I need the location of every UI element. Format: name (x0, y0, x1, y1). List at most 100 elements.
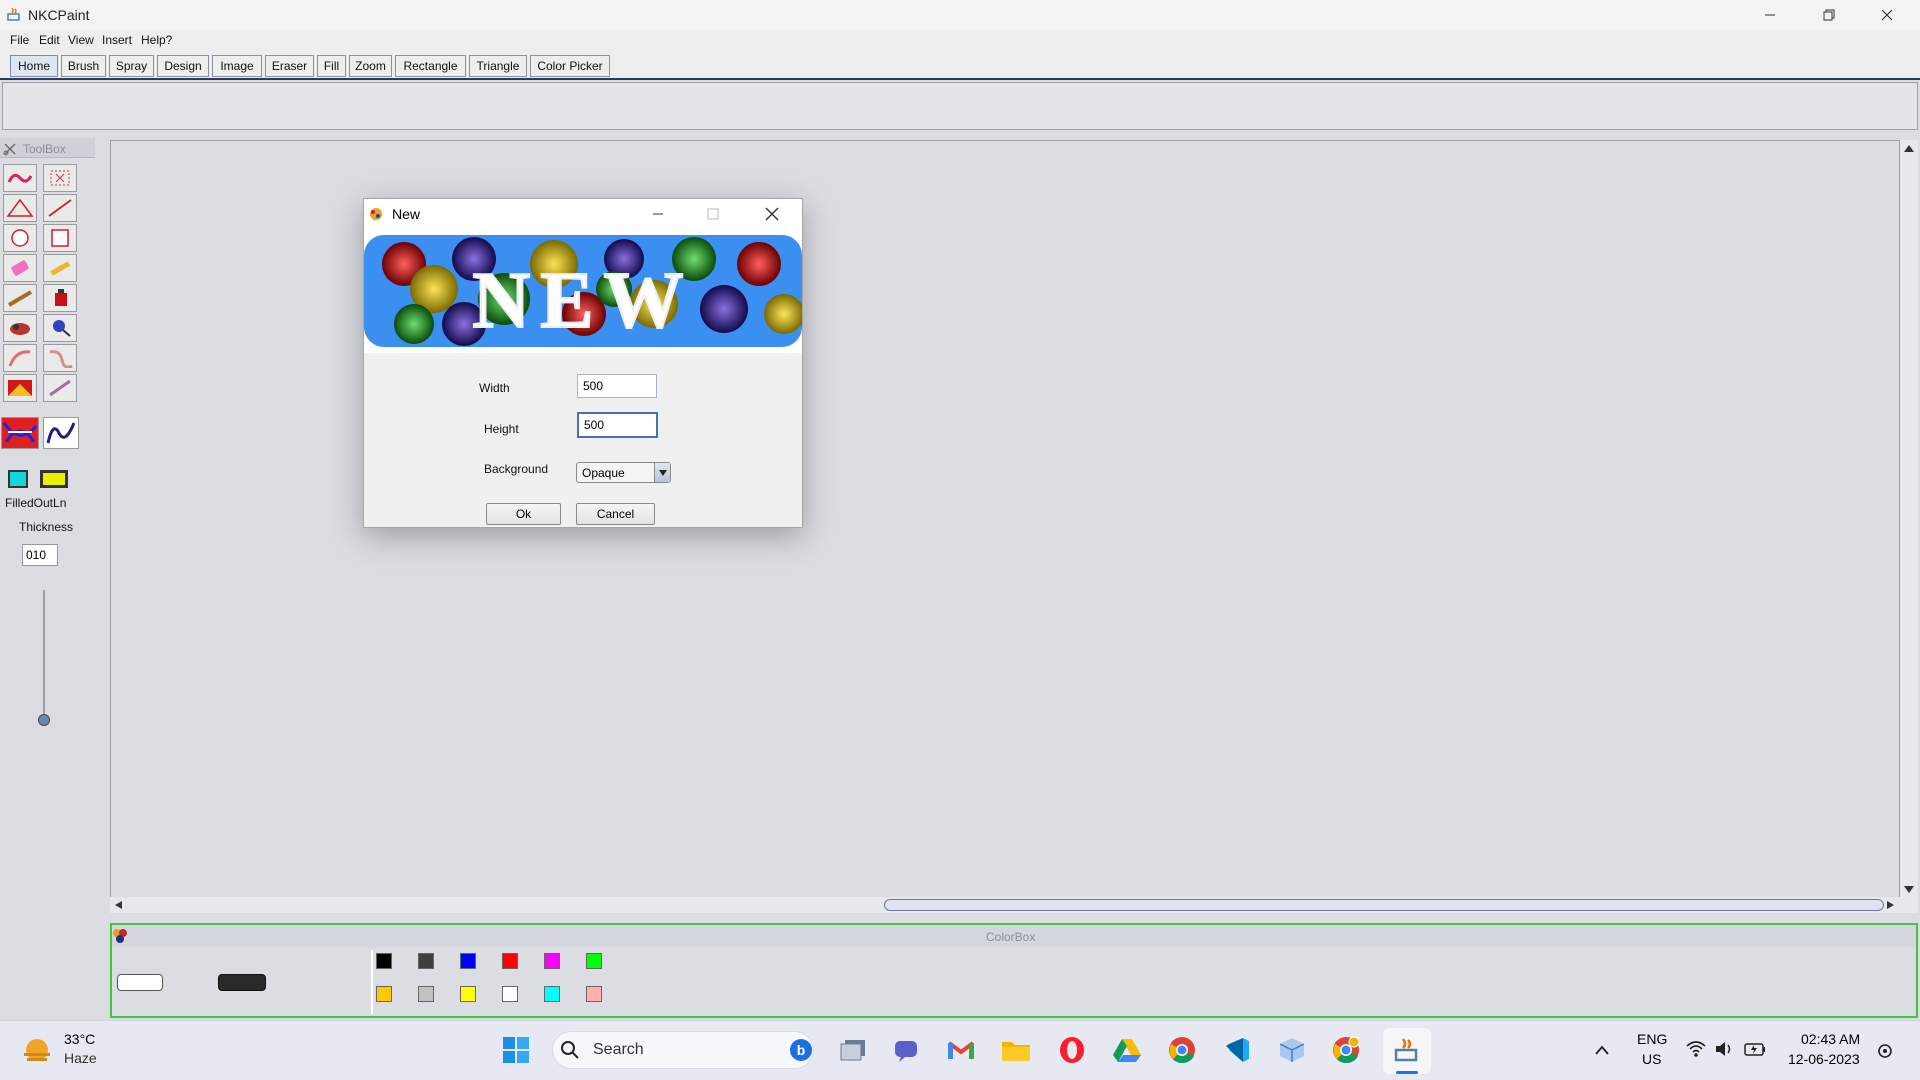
thickness-slider-track[interactable] (43, 590, 45, 720)
clock-time: 02:43 AM (1801, 1031, 1861, 1047)
curve-tool-icon[interactable] (3, 344, 37, 372)
palette-color-cell[interactable] (502, 986, 518, 1002)
selection-tool-icon[interactable] (43, 164, 77, 192)
wifi-icon[interactable] (1686, 1040, 1706, 1058)
primary-color-swatch[interactable] (218, 974, 266, 991)
design-pattern-tool-icon[interactable] (1, 417, 39, 449)
tab-zoom[interactable]: Zoom (349, 55, 392, 77)
notification-settings-icon[interactable] (1876, 1042, 1894, 1060)
svg-text:b: b (797, 1042, 806, 1058)
wave-curve-tool-icon[interactable] (43, 417, 79, 449)
outline-shape-swatch[interactable] (40, 470, 68, 488)
windows-start-icon[interactable] (499, 1033, 533, 1067)
ok-button[interactable]: Ok (486, 503, 561, 525)
secondary-color-swatch[interactable] (117, 974, 163, 991)
cancel-button[interactable]: Cancel (576, 503, 655, 525)
palette-color-cell[interactable] (376, 986, 392, 1002)
region-label[interactable]: US (1642, 1051, 1661, 1067)
window-titlebar (0, 0, 1920, 30)
java-app-taskbar-icon[interactable] (1390, 1033, 1424, 1067)
task-view-icon[interactable] (836, 1033, 870, 1067)
scroll-down-arrow-icon[interactable] (1903, 885, 1915, 895)
background-select[interactable]: Opaque (576, 462, 671, 483)
chevron-up-icon[interactable] (1594, 1044, 1610, 1056)
bing-icon[interactable]: b (789, 1038, 813, 1062)
window-title: NKCPaint (28, 7, 90, 23)
brush-stroke-tool-icon[interactable] (3, 164, 37, 192)
paint-brush-tool-icon[interactable] (3, 284, 37, 312)
triangle-tool-icon[interactable] (3, 194, 37, 222)
google-drive-icon[interactable] (1110, 1033, 1144, 1067)
oval-tool-icon[interactable] (3, 224, 37, 252)
filled-shape-swatch[interactable] (8, 470, 28, 488)
menu-edit[interactable]: Edit (39, 33, 60, 47)
height-input[interactable] (577, 412, 658, 438)
chrome-icon[interactable] (1165, 1033, 1199, 1067)
horizontal-scroll-thumb[interactable] (884, 899, 1884, 911)
tab-color-picker[interactable]: Color Picker (530, 55, 610, 77)
restore-button[interactable] (1806, 0, 1852, 30)
vscode-icon[interactable] (1220, 1033, 1254, 1067)
gradient-tool-icon[interactable] (3, 374, 37, 402)
scroll-up-arrow-icon[interactable] (1903, 143, 1915, 153)
pencil-tool-icon[interactable] (43, 254, 77, 282)
tab-triangle[interactable]: Triangle (469, 55, 527, 77)
paint-bucket-tool-icon[interactable] (43, 284, 77, 312)
dialog-minimize-button[interactable] (635, 199, 681, 229)
gmail-icon[interactable] (944, 1033, 978, 1067)
tab-spray[interactable]: Spray (109, 55, 154, 77)
scroll-right-arrow-icon[interactable] (1886, 900, 1896, 910)
taskbar-search[interactable] (552, 1031, 814, 1069)
eraser-tool-icon[interactable] (3, 254, 37, 282)
teams-chat-icon[interactable] (890, 1033, 924, 1067)
line-tool-icon[interactable] (43, 194, 77, 222)
dropdown-arrow-icon[interactable] (654, 463, 670, 482)
palette-color-cell[interactable] (418, 953, 434, 969)
tab-image[interactable]: Image (212, 55, 262, 77)
menu-insert[interactable]: Insert (102, 33, 132, 47)
vertical-scrollbar[interactable] (1900, 140, 1918, 913)
palette-color-cell[interactable] (460, 953, 476, 969)
weather-sun-icon[interactable] (20, 1033, 54, 1067)
menu-view[interactable]: View (68, 33, 94, 47)
3d-viewer-icon[interactable] (1275, 1033, 1309, 1067)
opera-browser-icon[interactable] (1055, 1033, 1089, 1067)
dialog-close-button[interactable] (749, 199, 795, 229)
rectangle-tool-icon[interactable] (43, 224, 77, 252)
magnifier-tool-icon[interactable] (43, 314, 77, 342)
palette-color-cell[interactable] (544, 953, 560, 969)
palette-color-cell[interactable] (460, 986, 476, 1002)
menu-help[interactable]: Help? (141, 33, 172, 47)
tab-eraser[interactable]: Eraser (265, 55, 314, 77)
palette-color-cell[interactable] (502, 953, 518, 969)
dialog-title: New (392, 206, 421, 222)
thickness-input[interactable] (22, 544, 58, 566)
tab-design[interactable]: Design (157, 55, 209, 77)
tab-home[interactable]: Home (10, 55, 58, 77)
minimize-button[interactable] (1747, 0, 1793, 30)
width-input[interactable] (577, 374, 657, 398)
tab-fill[interactable]: Fill (317, 55, 346, 77)
palette-color-cell[interactable] (376, 953, 392, 969)
menu-file[interactable]: File (10, 33, 29, 47)
tab-rectangle[interactable]: Rectangle (395, 55, 466, 77)
chrome-profile-icon[interactable] (1329, 1033, 1363, 1067)
spray-tool-icon[interactable] (3, 314, 37, 342)
tab-brush[interactable]: Brush (61, 55, 106, 77)
palette-color-cell[interactable] (586, 953, 602, 969)
color-picker-tool-icon[interactable] (43, 374, 77, 402)
close-button[interactable] (1864, 0, 1910, 30)
background-select-value: Opaque (582, 466, 625, 480)
palette-color-cell[interactable] (418, 986, 434, 1002)
language-label[interactable]: ENG (1637, 1031, 1667, 1047)
freeform-tool-icon[interactable] (43, 344, 77, 372)
scroll-left-arrow-icon[interactable] (113, 900, 123, 910)
dialog-maximize-button[interactable] (690, 199, 736, 229)
palette-color-cell[interactable] (544, 986, 560, 1002)
palette-color-cell[interactable] (586, 986, 602, 1002)
volume-icon[interactable] (1714, 1040, 1734, 1058)
file-explorer-icon[interactable] (999, 1033, 1033, 1067)
thickness-label: Thickness (19, 520, 74, 534)
battery-icon[interactable] (1744, 1040, 1766, 1058)
thickness-slider-thumb[interactable] (38, 714, 50, 726)
